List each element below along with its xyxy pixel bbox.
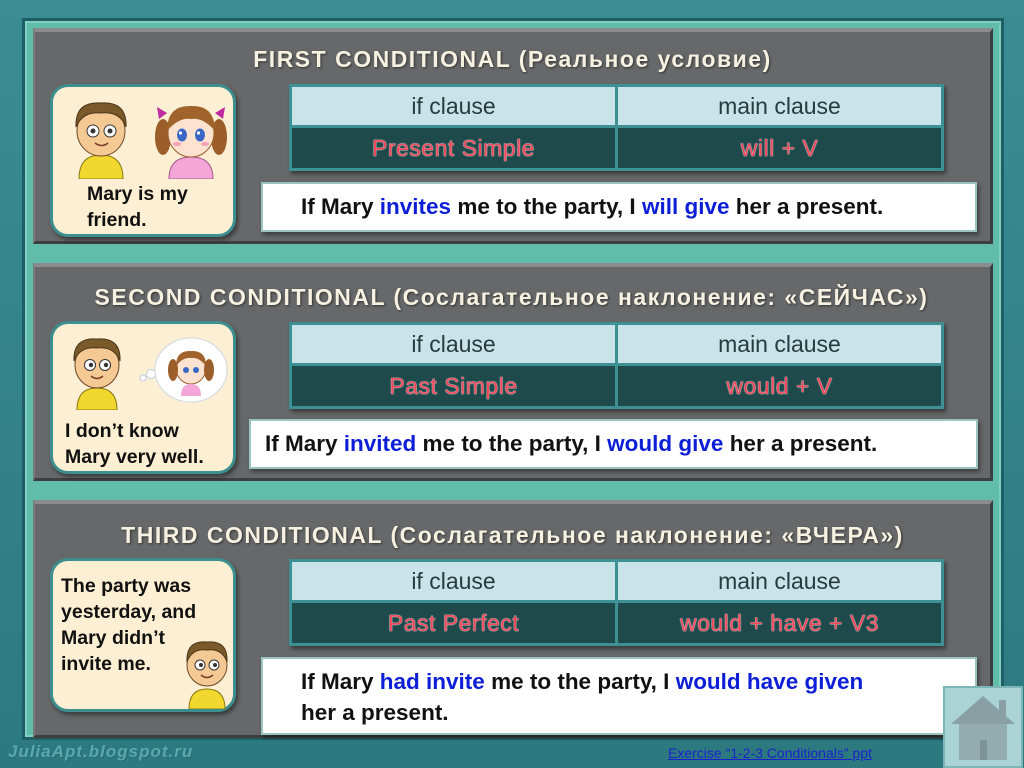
exercise-link[interactable]: Exercise “1-2-3 Conditionals” ppt bbox=[668, 745, 872, 761]
main-clause-header: main clause bbox=[615, 562, 941, 600]
second-conditional-panel: SECOND CONDITIONAL (Сослагательное накло… bbox=[33, 263, 993, 481]
if-clause-header: if clause bbox=[292, 325, 615, 363]
first-conditional-panel: FIRST CONDITIONAL (Реальное условие) Mar… bbox=[33, 28, 993, 244]
main-verb-highlight: would have given bbox=[675, 669, 864, 694]
example-sentence: If Mary invited me to the party, I would… bbox=[249, 419, 978, 469]
example-text: If Mary bbox=[301, 194, 380, 219]
if-clause-formula: Past Simple bbox=[292, 366, 615, 406]
example-sentence: If Mary invites me to the party, I will … bbox=[261, 182, 977, 232]
main-verb-highlight: will give bbox=[641, 194, 730, 219]
example-text: me to the party, I bbox=[451, 194, 642, 219]
boy-icon bbox=[73, 338, 121, 410]
illustration-box: Mary is my friend. bbox=[50, 84, 236, 237]
illustration-caption: The party was yesterday, and Mary didn’t… bbox=[61, 573, 196, 677]
caption-line: Mary is my bbox=[87, 183, 188, 205]
formula-table: if clause main clause Past Perfect would… bbox=[289, 559, 944, 646]
boy-icon bbox=[75, 102, 127, 179]
illustration-box: I don’t know Mary very well. bbox=[50, 321, 236, 474]
boy-icon bbox=[186, 641, 228, 709]
illustration-caption: Mary is my friend. bbox=[87, 181, 188, 233]
caption-line: invite me. bbox=[61, 653, 151, 675]
example-text: her a present. bbox=[729, 194, 884, 219]
home-button[interactable] bbox=[943, 686, 1023, 768]
caption-line: Mary very well. bbox=[65, 446, 204, 468]
caption-line: Mary didn’t bbox=[61, 627, 166, 649]
watermark: JuliaApt.blogspot.ru bbox=[8, 742, 194, 761]
third-conditional-panel: THIRD CONDITIONAL (Сослагательное наклон… bbox=[33, 500, 993, 738]
example-text: her a present. bbox=[723, 431, 878, 456]
example-sentence: If Mary had invite me to the party, I wo… bbox=[261, 657, 977, 735]
formula-table: if clause main clause Past Simple would … bbox=[289, 322, 944, 409]
section-title: FIRST CONDITIONAL (Реальное условие) bbox=[253, 46, 772, 72]
example-text-line2: her a present. bbox=[301, 700, 449, 725]
section-title: SECOND CONDITIONAL (Сослагательное накло… bbox=[94, 284, 929, 310]
caption-line: The party was bbox=[61, 575, 192, 597]
if-clause-formula: Past Perfect bbox=[292, 603, 615, 643]
home-icon bbox=[951, 696, 1015, 760]
example-text: If Mary bbox=[301, 669, 380, 694]
example-text: If Mary bbox=[265, 431, 344, 456]
caption-line: friend. bbox=[87, 209, 147, 231]
example-text: me to the party, I bbox=[416, 431, 608, 456]
section-title: THIRD CONDITIONAL (Сослагательное наклон… bbox=[121, 522, 904, 548]
main-clause-formula: would + V bbox=[615, 366, 941, 406]
illustration-caption: I don’t know Mary very well. bbox=[65, 418, 204, 470]
illustration-box: The party was yesterday, and Mary didn’t… bbox=[50, 558, 236, 712]
formula-table: if clause main clause Present Simple wil… bbox=[289, 84, 944, 171]
if-verb-highlight: invited bbox=[343, 431, 417, 456]
if-clause-formula: Present Simple bbox=[292, 128, 615, 168]
girl-icon bbox=[155, 105, 227, 179]
if-clause-header: if clause bbox=[292, 562, 615, 600]
main-clause-formula: would + have + V3 bbox=[615, 603, 941, 643]
main-clause-formula: will + V bbox=[615, 128, 941, 168]
example-text: me to the party, I bbox=[484, 669, 676, 694]
if-verb-highlight: had invite bbox=[379, 669, 485, 694]
main-clause-header: main clause bbox=[615, 87, 941, 125]
thought-bubble-icon bbox=[139, 337, 228, 403]
caption-line: I don’t know bbox=[65, 420, 179, 442]
main-verb-highlight: would give bbox=[607, 431, 724, 456]
caption-line: yesterday, and bbox=[61, 601, 197, 623]
main-clause-header: main clause bbox=[615, 325, 941, 363]
if-verb-highlight: invites bbox=[379, 194, 452, 219]
if-clause-header: if clause bbox=[292, 87, 615, 125]
